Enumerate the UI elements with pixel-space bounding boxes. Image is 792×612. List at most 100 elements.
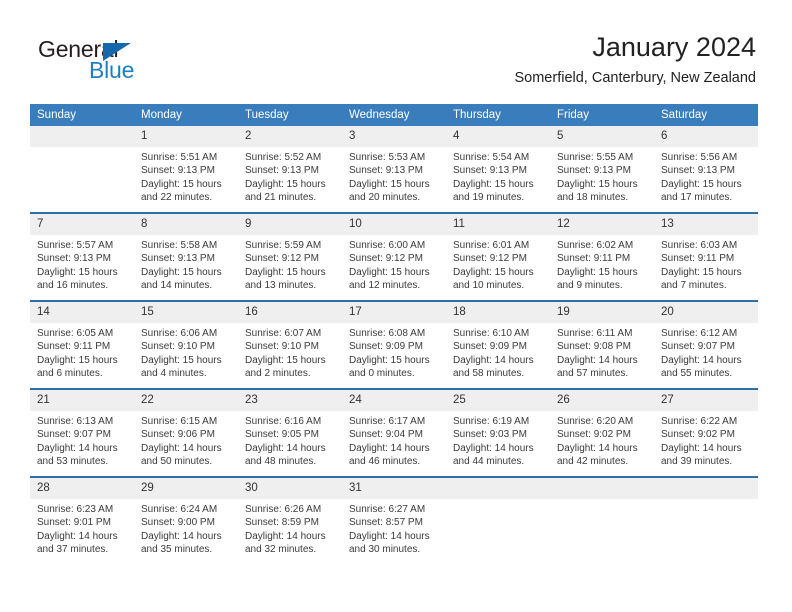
- day-daylight2-text: and 13 minutes.: [245, 279, 317, 291]
- calendar-empty-cell: [654, 476, 758, 564]
- calendar-day-cell[interactable]: 15 Sunrise: 6:06 AM Sunset: 9:10 PM Dayligh…: [134, 300, 238, 389]
- calendar-day-cell[interactable]: 16 Sunrise: 6:07 AM Sunset: 9:10 PM Dayligh…: [238, 300, 342, 389]
- calendar-day-cell[interactable]: 5 Sunrise: 5:55 AM Sunset: 9:13 PM Daylight…: [550, 126, 654, 213]
- day-sunset-text: Sunset: 9:13 PM: [453, 165, 527, 177]
- day-daylight1-text: Daylight: 15 hours: [661, 178, 742, 190]
- day-details: Sunrise: 6:15 AM Sunset: 9:06 PM Daylight:…: [134, 411, 238, 468]
- day-sunset-text: Sunset: 9:05 PM: [245, 429, 319, 441]
- day-number: 24: [342, 390, 446, 411]
- day-number: 22: [134, 390, 238, 411]
- calendar-day-cell[interactable]: 29 Sunrise: 6:24 AM Sunset: 9:00 PM Dayligh…: [134, 476, 238, 564]
- calendar-day-cell[interactable]: 8 Sunrise: 5:58 AM Sunset: 9:13 PM Daylight…: [134, 212, 238, 301]
- day-number: 29: [134, 478, 238, 499]
- calendar-day-cell[interactable]: 21 Sunrise: 6:13 AM Sunset: 9:07 PM Dayligh…: [30, 388, 134, 477]
- calendar-table: Sunday Monday Tuesday Wednesday Thursday Frid…: [30, 104, 758, 564]
- day-details: Sunrise: 5:57 AM Sunset: 9:13 PM Daylight:…: [30, 235, 134, 292]
- calendar-day-cell[interactable]: 22 Sunrise: 6:15 AM Sunset: 9:06 PM Dayligh…: [134, 388, 238, 477]
- day-daylight2-text: and 7 minutes.: [661, 279, 727, 291]
- day-number: 2: [238, 126, 342, 147]
- day-number: 18: [446, 302, 550, 323]
- day-details: Sunrise: 5:55 AM Sunset: 9:13 PM Daylight:…: [550, 147, 654, 204]
- calendar-day-cell[interactable]: 3 Sunrise: 5:53 AM Sunset: 9:13 PM Daylight…: [342, 126, 446, 213]
- calendar-day-cell[interactable]: 28 Sunrise: 6:23 AM Sunset: 9:01 PM Dayligh…: [30, 476, 134, 564]
- calendar-grid: Sunday Monday Tuesday Wednesday Thursday Frid…: [30, 104, 758, 564]
- day-sunset-text: Sunset: 9:03 PM: [453, 429, 527, 441]
- page-title: January 2024: [592, 32, 756, 62]
- day-number: 3: [342, 126, 446, 147]
- day-sunset-text: Sunset: 9:02 PM: [661, 429, 735, 441]
- calendar-day-cell[interactable]: 17 Sunrise: 6:08 AM Sunset: 9:09 PM Dayligh…: [342, 300, 446, 389]
- calendar-day-cell[interactable]: 13 Sunrise: 6:03 AM Sunset: 9:11 PM Dayligh…: [654, 212, 758, 301]
- day-sunrise-text: Sunrise: 6:13 AM: [37, 416, 114, 427]
- calendar-day-cell[interactable]: 14 Sunrise: 6:05 AM Sunset: 9:11 PM Dayligh…: [30, 300, 134, 389]
- day-daylight1-text: Daylight: 15 hours: [141, 354, 222, 366]
- calendar-empty-cell: [446, 476, 550, 564]
- day-sunrise-text: Sunrise: 6:27 AM: [349, 504, 426, 515]
- calendar-day-cell[interactable]: 18 Sunrise: 6:10 AM Sunset: 9:09 PM Dayligh…: [446, 300, 550, 389]
- day-daylight2-text: and 44 minutes.: [453, 455, 525, 467]
- day-details: Sunrise: 6:05 AM Sunset: 9:11 PM Daylight:…: [30, 323, 134, 380]
- calendar-day-cell[interactable]: 1 Sunrise: 5:51 AM Sunset: 9:13 PM Daylight…: [134, 126, 238, 213]
- day-sunset-text: Sunset: 8:57 PM: [349, 517, 423, 529]
- day-sunrise-text: Sunrise: 6:17 AM: [349, 416, 426, 427]
- day-daylight1-text: Daylight: 15 hours: [453, 178, 534, 190]
- day-number: 30: [238, 478, 342, 499]
- day-daylight1-text: Daylight: 15 hours: [245, 178, 326, 190]
- title-block: January 2024 Somerfield, Canterbury, New…: [514, 30, 756, 89]
- day-daylight2-text: and 9 minutes.: [557, 279, 623, 291]
- day-daylight1-text: Daylight: 15 hours: [141, 266, 222, 278]
- day-daylight1-text: Daylight: 15 hours: [661, 266, 742, 278]
- day-daylight1-text: Daylight: 15 hours: [141, 178, 222, 190]
- day-sunrise-text: Sunrise: 6:12 AM: [661, 328, 738, 339]
- calendar-day-cell[interactable]: 24 Sunrise: 6:17 AM Sunset: 9:04 PM Dayligh…: [342, 388, 446, 477]
- day-daylight2-text: and 4 minutes.: [141, 367, 207, 379]
- day-sunrise-text: Sunrise: 6:08 AM: [349, 328, 426, 339]
- day-daylight1-text: Daylight: 15 hours: [557, 266, 638, 278]
- day-sunrise-text: Sunrise: 6:16 AM: [245, 416, 322, 427]
- day-sunset-text: Sunset: 9:00 PM: [141, 517, 215, 529]
- day-number: 23: [238, 390, 342, 411]
- day-details: Sunrise: 5:53 AM Sunset: 9:13 PM Daylight:…: [342, 147, 446, 204]
- calendar-day-cell[interactable]: 25 Sunrise: 6:19 AM Sunset: 9:03 PM Dayligh…: [446, 388, 550, 477]
- page-subtitle: Somerfield, Canterbury, New Zealand: [514, 70, 756, 86]
- day-number: 11: [446, 214, 550, 235]
- day-sunrise-text: Sunrise: 5:53 AM: [349, 152, 426, 163]
- day-daylight2-text: and 55 minutes.: [661, 367, 733, 379]
- calendar-day-cell[interactable]: 2 Sunrise: 5:52 AM Sunset: 9:13 PM Daylight…: [238, 126, 342, 213]
- day-details: Sunrise: 6:19 AM Sunset: 9:03 PM Daylight:…: [446, 411, 550, 468]
- calendar-day-cell[interactable]: 26 Sunrise: 6:20 AM Sunset: 9:02 PM Dayligh…: [550, 388, 654, 477]
- day-daylight1-text: Daylight: 14 hours: [661, 442, 742, 454]
- day-number: 20: [654, 302, 758, 323]
- calendar-day-cell[interactable]: 10 Sunrise: 6:00 AM Sunset: 9:12 PM Dayligh…: [342, 212, 446, 301]
- day-details: Sunrise: 6:20 AM Sunset: 9:02 PM Daylight:…: [550, 411, 654, 468]
- calendar-day-cell[interactable]: 23 Sunrise: 6:16 AM Sunset: 9:05 PM Dayligh…: [238, 388, 342, 477]
- day-daylight1-text: Daylight: 14 hours: [141, 442, 222, 454]
- calendar-day-cell[interactable]: 19 Sunrise: 6:11 AM Sunset: 9:08 PM Dayligh…: [550, 300, 654, 389]
- day-daylight2-text: and 17 minutes.: [661, 191, 733, 203]
- calendar-day-cell[interactable]: 31 Sunrise: 6:27 AM Sunset: 8:57 PM Dayligh…: [342, 476, 446, 564]
- day-sunset-text: Sunset: 9:12 PM: [245, 253, 319, 265]
- day-details: Sunrise: 5:56 AM Sunset: 9:13 PM Daylight:…: [654, 147, 758, 204]
- calendar-day-cell[interactable]: 27 Sunrise: 6:22 AM Sunset: 9:02 PM Dayligh…: [654, 388, 758, 477]
- calendar-day-cell[interactable]: 4 Sunrise: 5:54 AM Sunset: 9:13 PM Daylight…: [446, 126, 550, 213]
- day-sunrise-text: Sunrise: 5:57 AM: [37, 240, 114, 251]
- day-sunset-text: Sunset: 9:12 PM: [453, 253, 527, 265]
- calendar-day-cell[interactable]: 11 Sunrise: 6:01 AM Sunset: 9:12 PM Dayligh…: [446, 212, 550, 301]
- calendar-empty-cell: [30, 126, 134, 213]
- day-details: Sunrise: 6:12 AM Sunset: 9:07 PM Daylight:…: [654, 323, 758, 380]
- day-sunset-text: Sunset: 9:10 PM: [141, 341, 215, 353]
- day-number: 31: [342, 478, 446, 499]
- calendar-day-cell[interactable]: 20 Sunrise: 6:12 AM Sunset: 9:07 PM Dayligh…: [654, 300, 758, 389]
- calendar-day-cell[interactable]: 30 Sunrise: 6:26 AM Sunset: 8:59 PM Dayligh…: [238, 476, 342, 564]
- calendar-day-cell[interactable]: 7 Sunrise: 5:57 AM Sunset: 9:13 PM Daylight…: [30, 212, 134, 301]
- calendar-day-cell[interactable]: 12 Sunrise: 6:02 AM Sunset: 9:11 PM Dayligh…: [550, 212, 654, 301]
- calendar-day-cell[interactable]: 9 Sunrise: 5:59 AM Sunset: 9:12 PM Daylight…: [238, 212, 342, 301]
- day-number: 26: [550, 390, 654, 411]
- day-daylight1-text: Daylight: 14 hours: [349, 442, 430, 454]
- day-number: 14: [30, 302, 134, 323]
- calendar-day-cell[interactable]: 6 Sunrise: 5:56 AM Sunset: 9:13 PM Daylight…: [654, 126, 758, 213]
- day-daylight2-text: and 16 minutes.: [37, 279, 109, 291]
- day-sunset-text: Sunset: 9:13 PM: [245, 165, 319, 177]
- day-daylight2-text: and 48 minutes.: [245, 455, 317, 467]
- day-details: Sunrise: 6:26 AM Sunset: 8:59 PM Daylight:…: [238, 499, 342, 556]
